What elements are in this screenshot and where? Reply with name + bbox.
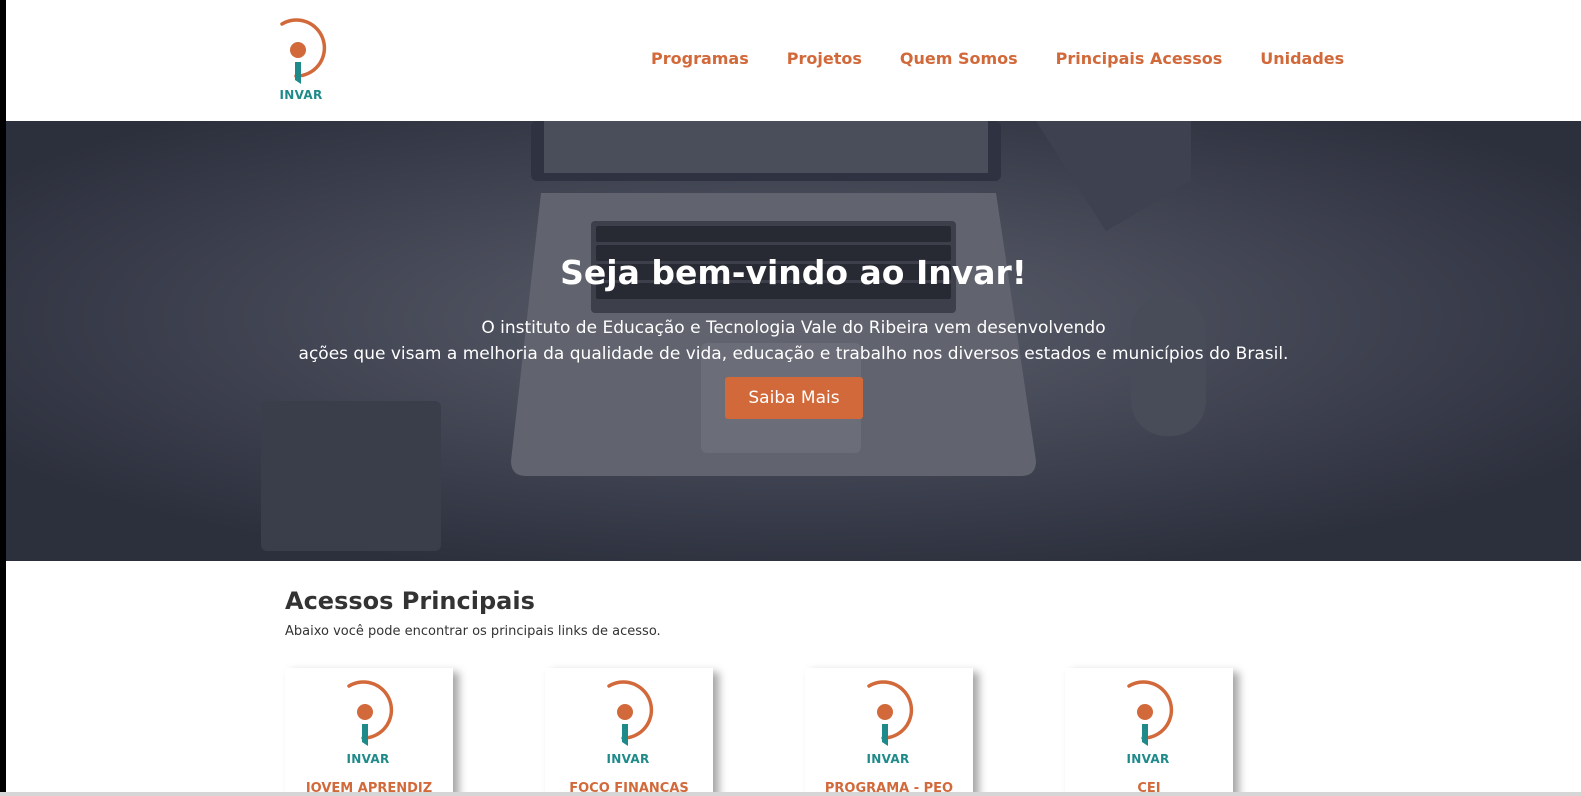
nav-programas[interactable]: Programas (651, 49, 749, 68)
hero-description-line-1: O instituto de Educação e Tecnologia Val… (481, 318, 1106, 338)
card-logo: INVAR (1115, 676, 1181, 766)
nav-principais-acessos[interactable]: Principais Acessos (1056, 49, 1223, 68)
card-logo: INVAR (335, 676, 401, 766)
card-foco-financas[interactable]: INVAR FOCO FINANÇAS (545, 668, 713, 796)
nav-projetos[interactable]: Projetos (787, 49, 862, 68)
card-programa-peo[interactable]: INVAR PROGRAMA - PEO (805, 668, 973, 796)
invar-logo-icon (280, 18, 327, 84)
nav-quem-somos[interactable]: Quem Somos (900, 49, 1018, 68)
logo-text: INVAR (606, 752, 650, 766)
window-bottom-edge (0, 792, 1581, 796)
invar-logo-icon (867, 680, 914, 746)
logo-text: INVAR (1126, 752, 1170, 766)
site-header: INVAR Programas Projetos Quem Somos Prin… (6, 0, 1581, 121)
hero-description-line-2: ações que visam a melhoria da qualidade … (298, 344, 1289, 364)
card-logo: INVAR (595, 676, 661, 766)
logo-text: INVAR (279, 88, 323, 102)
saiba-mais-button[interactable]: Saiba Mais (725, 377, 863, 419)
nav-unidades[interactable]: Unidades (1260, 49, 1344, 68)
invar-logo-icon (1127, 680, 1174, 746)
invar-logo-icon (347, 680, 394, 746)
invar-logo[interactable]: INVAR (268, 14, 334, 104)
main-nav: Programas Projetos Quem Somos Principais… (651, 49, 1344, 68)
hero-banner: Seja bem-vindo ao Invar! O instituto de … (6, 121, 1581, 561)
section-subtitle: Abaixo você pode encontrar os principais… (285, 624, 661, 639)
logo-text: INVAR (866, 752, 910, 766)
hero-content: Seja bem-vindo ao Invar! O instituto de … (6, 121, 1581, 561)
card-logo: INVAR (855, 676, 921, 766)
card-cei[interactable]: INVAR CEI (1065, 668, 1233, 796)
card-jovem-aprendiz[interactable]: INVAR JOVEM APRENDIZ (285, 668, 453, 796)
logo-text: INVAR (346, 752, 390, 766)
section-title: Acessos Principais (285, 587, 535, 615)
hero-title: Seja bem-vindo ao Invar! (560, 253, 1027, 292)
invar-logo-icon (607, 680, 654, 746)
